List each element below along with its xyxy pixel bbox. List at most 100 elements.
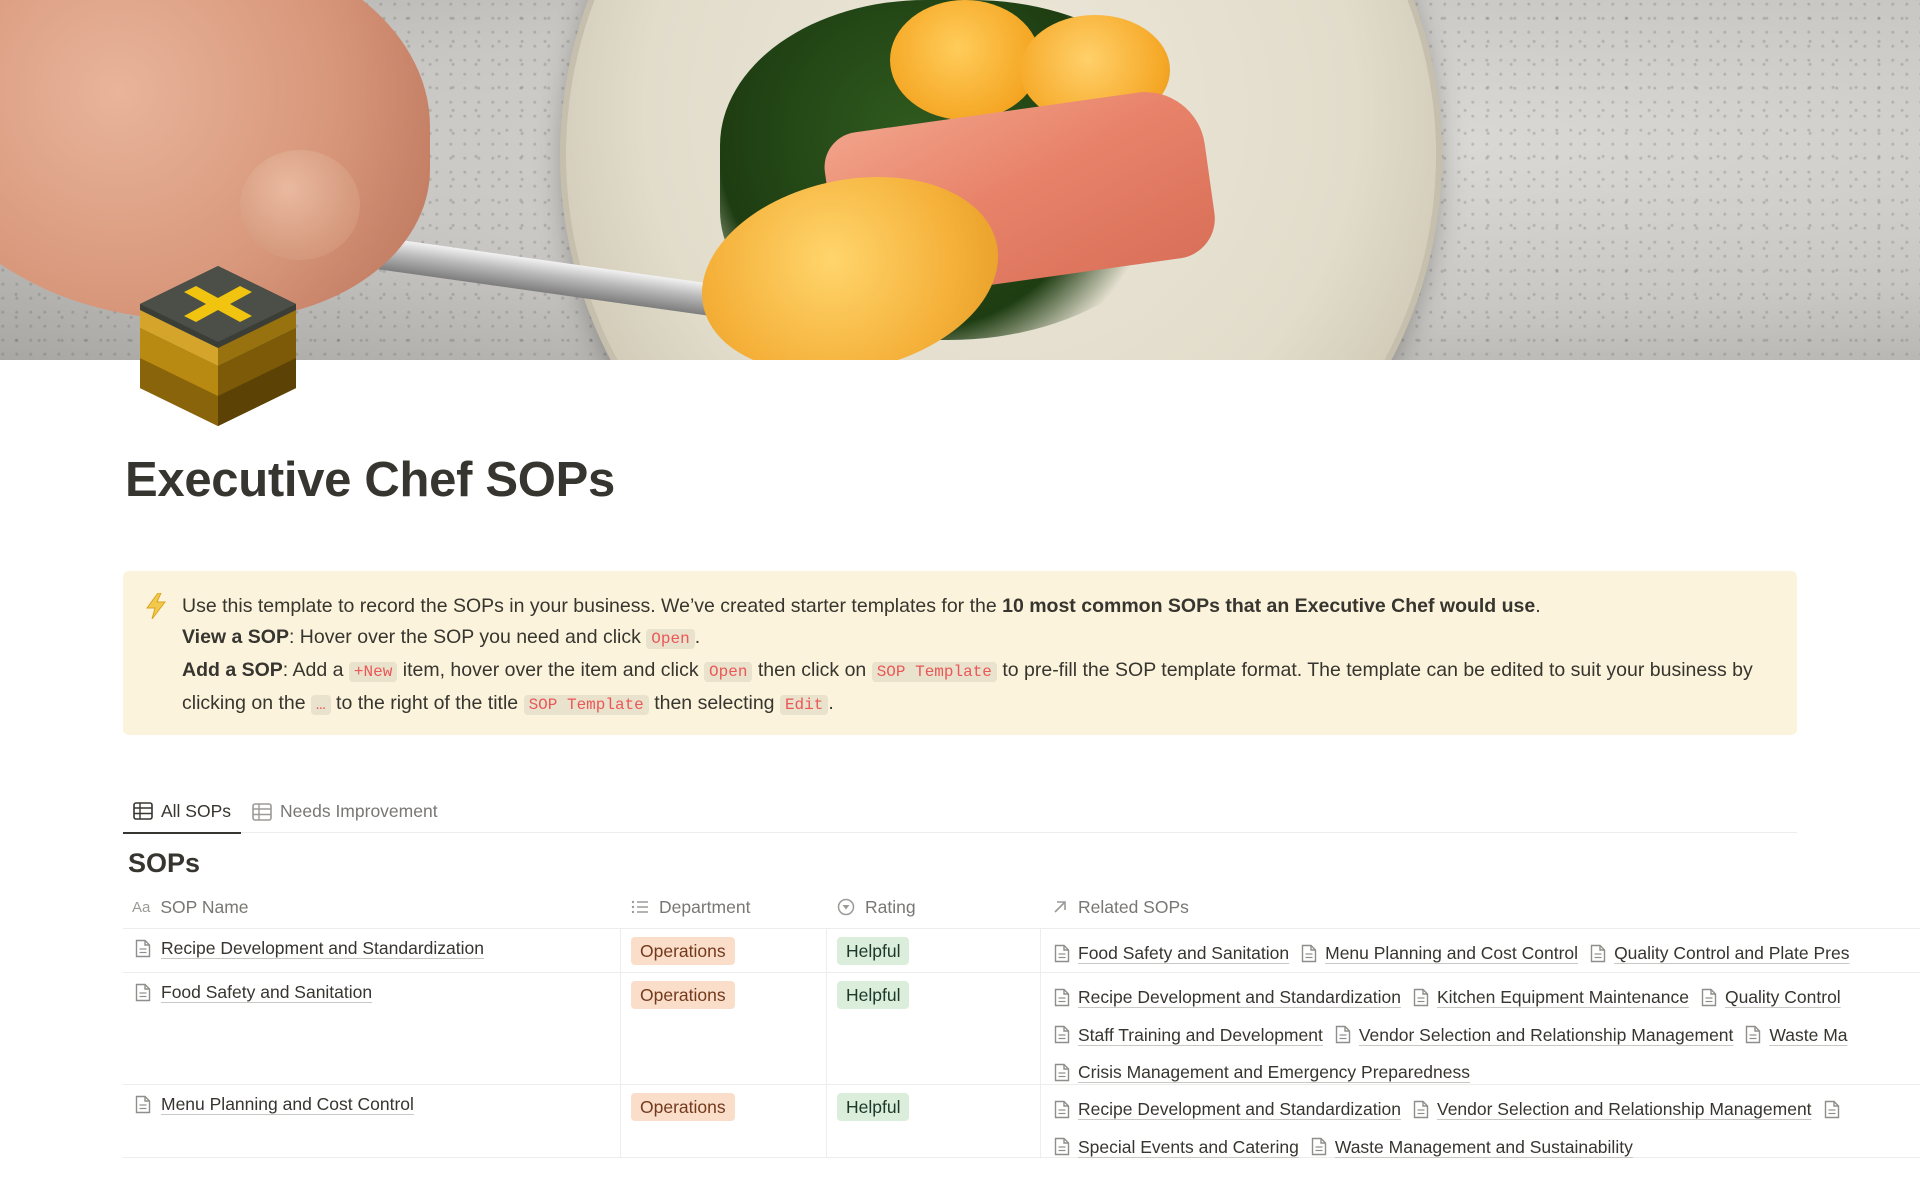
callout-bold-text: View a SOP xyxy=(182,626,289,648)
callout-text-segment: then selecting xyxy=(648,692,780,714)
inline-code: +New xyxy=(348,662,398,682)
tab-needs-improvement[interactable]: Needs Improvement xyxy=(242,790,448,833)
related-sop-link[interactable]: Recipe Development and Standardization xyxy=(1054,1092,1401,1126)
related-sop-name: Staff Training and Development xyxy=(1078,1024,1323,1045)
sop-name-cell[interactable]: Menu Planning and Cost Control xyxy=(135,1094,414,1115)
column-label: Rating xyxy=(865,896,916,917)
cube-with-x-icon[interactable] xyxy=(140,266,296,426)
related-sops-cell: Recipe Development and Standardization Ve… xyxy=(1054,1092,1920,1167)
callout-line-1: Use this template to record the SOPs in … xyxy=(182,591,1772,622)
callout-text-segment: Use this template to record the SOPs in … xyxy=(182,595,1003,617)
sop-name: Food Safety and Sanitation xyxy=(161,982,373,1002)
table-row[interactable]: Recipe Development and Standardization O… xyxy=(123,929,1920,973)
page-title[interactable]: Executive Chef SOPs xyxy=(125,452,615,508)
related-sop-link[interactable]: Special Events and Catering xyxy=(1054,1130,1299,1164)
related-sop-link[interactable]: Crisis Management and Emergency Prepared… xyxy=(1054,1055,1470,1089)
related-sop-name: Vendor Selection and Relationship Manage… xyxy=(1358,1024,1734,1045)
related-sop-link[interactable]: Waste Management and Sustainability xyxy=(1311,1130,1633,1164)
inline-code: SOP Template xyxy=(871,662,997,682)
callout-block[interactable]: Use this template to record the SOPs in … xyxy=(123,571,1797,735)
related-sop-name: Menu Planning and Cost Control xyxy=(1325,943,1579,963)
select-icon xyxy=(837,898,855,916)
tab-label: Needs Improvement xyxy=(280,801,438,821)
callout-text-segment: then click on xyxy=(752,659,872,681)
related-sop-link[interactable]: Waste Ma xyxy=(1745,1018,1848,1052)
inline-code: SOP Template xyxy=(523,695,649,715)
column-header-department[interactable]: Department xyxy=(631,885,750,929)
related-sop-link[interactable]: Recipe Development and Standardization xyxy=(1054,980,1401,1014)
callout-text-segment: : Add a xyxy=(282,659,349,681)
page-icon xyxy=(1054,944,1070,962)
related-sop-name: Quality Control and Plate Pres xyxy=(1614,943,1850,963)
rating-tag: Helpful xyxy=(837,981,910,1009)
database-title[interactable]: SOPs xyxy=(128,848,200,879)
inline-code: Open xyxy=(646,629,695,649)
column-label: SOP Name xyxy=(160,896,249,917)
department-tag: Operations xyxy=(631,981,735,1009)
related-sops-cell: Recipe Development and Standardization Ki… xyxy=(1054,980,1920,1093)
related-sop-name: Quality Control xyxy=(1724,987,1841,1007)
sop-name: Menu Planning and Cost Control xyxy=(161,1094,414,1114)
page-icon xyxy=(1054,988,1070,1006)
column-label: Department xyxy=(659,896,751,917)
page-icon xyxy=(1301,944,1317,962)
related-sop-link[interactable]: Menu Planning and Cost Control xyxy=(1301,936,1578,970)
related-sop-link[interactable] xyxy=(1824,1100,1848,1119)
related-sop-link[interactable]: Food Safety and Sanitation xyxy=(1054,936,1289,970)
sop-name: Recipe Development and Standardization xyxy=(161,938,484,958)
related-sop-name: Crisis Management and Emergency Prepared… xyxy=(1078,1062,1470,1082)
rating-tag: Helpful xyxy=(837,937,910,965)
inline-code: Edit xyxy=(779,695,829,715)
tab-label: All SOPs xyxy=(161,800,232,821)
related-sop-name: Recipe Development and Standardization xyxy=(1078,987,1401,1007)
table-row[interactable]: Menu Planning and Cost Control Operation… xyxy=(123,1085,1920,1158)
related-sop-name: Kitchen Equipment Maintenance xyxy=(1436,987,1689,1007)
related-sop-link[interactable]: Quality Control xyxy=(1701,980,1841,1014)
inline-code: … xyxy=(311,695,331,715)
callout-text-segment: . xyxy=(694,626,701,648)
table-row[interactable]: Food Safety and Sanitation Operations He… xyxy=(123,973,1920,1085)
callout-text: Use this template to record the SOPs in … xyxy=(182,591,1772,721)
page-icon xyxy=(1413,988,1429,1006)
page-icon xyxy=(1590,944,1606,962)
related-sop-link[interactable]: Staff Training and Development xyxy=(1054,1018,1323,1052)
page-icon xyxy=(1054,1063,1070,1081)
table-header: Aa SOP Name Department Rating Related SO… xyxy=(123,885,1920,929)
related-sop-name: Vendor Selection and Relationship Manage… xyxy=(1436,1099,1812,1119)
lightning-bolt-icon xyxy=(146,593,167,619)
list-icon xyxy=(631,900,648,914)
callout-text-segment: item, hover over the item and click xyxy=(397,659,705,681)
page-icon xyxy=(135,939,151,958)
page-icon xyxy=(1054,1100,1070,1118)
page-icon xyxy=(1335,1025,1351,1044)
callout-text-segment: : Hover over the SOP you need and click xyxy=(288,626,647,648)
related-sop-link[interactable]: Kitchen Equipment Maintenance xyxy=(1413,980,1689,1014)
page-icon xyxy=(135,1095,151,1114)
sop-table: Aa SOP Name Department Rating Related SO… xyxy=(123,885,1920,1158)
page-icon xyxy=(1701,988,1717,1006)
inline-code: Open xyxy=(704,662,753,682)
department-tag: Operations xyxy=(631,1093,735,1121)
page-icon xyxy=(1824,1100,1839,1118)
callout-line-3: Add a SOP: Add a +New item, hover over t… xyxy=(182,655,1772,721)
related-sop-link[interactable]: Vendor Selection and Relationship Manage… xyxy=(1335,1018,1734,1052)
sop-name-cell[interactable]: Food Safety and Sanitation xyxy=(135,982,372,1003)
column-header-related-sops[interactable]: Related SOPs xyxy=(1052,885,1189,929)
related-sops-cell: Food Safety and Sanitation Menu Planning … xyxy=(1054,936,1920,974)
callout-text-segment: . xyxy=(1535,595,1541,617)
related-sop-name: Food Safety and Sanitation xyxy=(1078,943,1290,963)
related-sop-link[interactable]: Vendor Selection and Relationship Manage… xyxy=(1413,1092,1812,1126)
callout-text-segment: to the right of the title xyxy=(330,692,524,714)
column-header-rating[interactable]: Rating xyxy=(837,885,916,929)
sop-name-cell[interactable]: Recipe Development and Standardization xyxy=(135,938,484,959)
arrow-up-right-icon xyxy=(1054,901,1066,913)
related-sop-name: Waste Management and Sustainability xyxy=(1334,1136,1633,1157)
cover-foam xyxy=(890,0,1040,120)
callout-line-2: View a SOP: Hover over the SOP you need … xyxy=(182,622,1772,655)
related-sop-link[interactable]: Quality Control and Plate Pres xyxy=(1590,936,1849,970)
column-header-sop-name[interactable]: Aa SOP Name xyxy=(132,885,249,929)
page-icon xyxy=(1746,1025,1761,1044)
tab-all-sops[interactable]: All SOPs xyxy=(123,790,242,834)
table-icon xyxy=(133,802,153,820)
table-icon xyxy=(252,802,272,821)
